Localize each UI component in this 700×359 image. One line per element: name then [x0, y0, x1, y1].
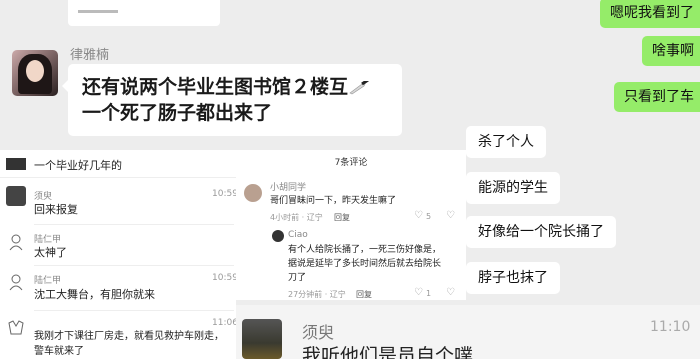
like-count: 1	[426, 289, 432, 298]
commenter-name: 小胡同学	[270, 183, 307, 193]
message-text: 我听他们是员自个噗	[302, 345, 474, 359]
commenter-name: 陆仁甲	[34, 276, 62, 286]
sent-message[interactable]: 嗯呢我看到了	[600, 0, 700, 28]
comment-text: 回来报复	[34, 203, 78, 216]
message-bubble[interactable]: 还有说两个毕业生图书馆２楼互一个死了肠子都出来了	[62, 64, 402, 136]
avatar[interactable]	[272, 230, 284, 242]
received-message[interactable]: 能源的学生	[466, 172, 560, 204]
like-icon[interactable]: ♡	[414, 287, 423, 298]
comment-header: 一个毕业好几年的	[0, 150, 236, 178]
sender-name: 须臾	[302, 323, 335, 342]
comment-time: 10:59	[212, 189, 236, 199]
comment-text: 有个人给院长捅了，一死三伤好像是，	[288, 245, 442, 255]
message-text: 还有说两个毕业生图书馆２楼互	[82, 76, 349, 98]
commenter-name: 陆仁甲	[34, 235, 62, 245]
reply-button[interactable]: 回复	[356, 289, 372, 300]
knife-icon	[349, 80, 369, 94]
comment-text-cont: 警车就来了	[34, 346, 84, 357]
comment-text: 沈工大舞台，有胆你就来	[34, 288, 155, 301]
commenter-name: 须臾	[34, 192, 53, 202]
comment-text: 我刚才下课往厂房走，就看见救护车刚走，	[34, 331, 224, 342]
thumbnail	[6, 158, 26, 170]
comment-text-cont: 据说是延毕了多长时间然后就去给院长	[288, 259, 442, 269]
comment-list-panel: 一个毕业好几年的 须臾 10:59 回来报复 陆仁甲 太神了 陆仁甲 10:59…	[0, 150, 236, 359]
divider	[34, 224, 234, 225]
comment-text: 太神了	[34, 246, 67, 259]
received-message[interactable]: 脖子也抹了	[466, 262, 560, 294]
avatar[interactable]	[6, 272, 26, 292]
comment-text-cont: 刀了	[288, 273, 307, 283]
divider	[34, 310, 234, 311]
message-text-cont: 一个死了肠子都出来了	[82, 102, 273, 124]
comment-text: 哥们冒昧问一下，昨天发生嘛了	[270, 196, 397, 206]
avatar[interactable]	[6, 186, 26, 206]
avatar[interactable]	[6, 318, 26, 338]
commenter-name: Ciao	[288, 230, 308, 240]
like-count: 5	[426, 212, 432, 221]
avatar[interactable]	[6, 232, 26, 252]
comment-meta: 4小时前 · 辽宁	[270, 213, 323, 222]
bottom-chat-panel: 须臾 11:10 我听他们是员自个噗	[236, 305, 700, 359]
previous-message-bubble	[68, 0, 220, 26]
sender-name: 律雅楠	[70, 48, 110, 63]
divider	[34, 265, 234, 266]
comments-title: 7条评论	[334, 158, 368, 168]
sent-message[interactable]: 啥事啊	[642, 36, 700, 66]
comment-time: 10:59	[212, 273, 236, 283]
dislike-icon[interactable]: ♡	[446, 287, 455, 298]
avatar[interactable]	[12, 50, 58, 96]
comment-time: 11:06	[212, 318, 236, 328]
received-message[interactable]: 好像给一个院长捅了	[466, 216, 616, 248]
chat-panel-right: 嗯呢我看到了 啥事啊 只看到了车 杀了个人 能源的学生 好像给一个院长捅了 脖子…	[466, 0, 700, 312]
received-message[interactable]: 杀了个人	[466, 126, 546, 158]
avatar[interactable]	[242, 319, 282, 359]
reply-button[interactable]: 回复	[334, 212, 350, 223]
like-icon[interactable]: ♡	[414, 210, 423, 221]
avatar[interactable]	[244, 184, 262, 202]
dislike-icon[interactable]: ♡	[446, 210, 455, 221]
comments-panel: 7条评论 小胡同学 哥们冒昧问一下，昨天发生嘛了 4小时前 · 辽宁 回复 ♡ …	[236, 150, 466, 300]
message-time: 11:10	[650, 319, 691, 335]
chat-panel-top-left: 律雅楠 还有说两个毕业生图书馆２楼互一个死了肠子都出来了	[0, 0, 466, 150]
header-text: 一个毕业好几年的	[34, 159, 122, 172]
sent-message[interactable]: 只看到了车	[614, 82, 700, 112]
comment-meta: 27分钟前 · 辽宁	[288, 290, 346, 299]
